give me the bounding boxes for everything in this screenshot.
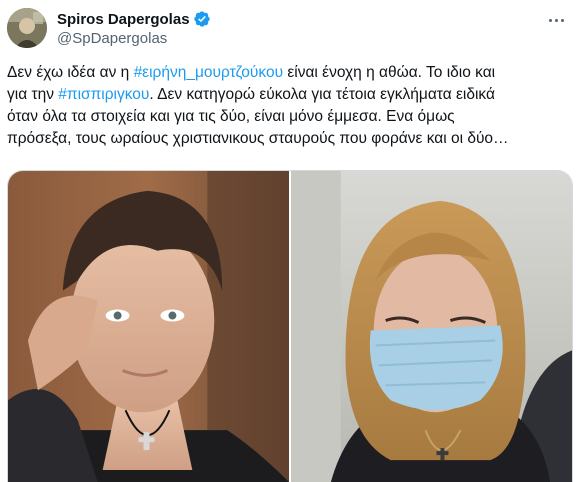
more-options-icon[interactable] (546, 10, 566, 30)
author-display-name[interactable]: Spiros Dapergolas (57, 11, 190, 28)
verified-badge-icon (193, 11, 210, 27)
avatar-image (7, 8, 47, 48)
tweet-text: Δεν έχω ιδέα αν η #ειρήνη_μουρτζούκου εί… (7, 62, 573, 150)
hashtag-link[interactable]: #πισπιριγκου (58, 86, 149, 103)
tweet-text-line: όταν όλα τα στοιχεία και για τις δύο, εί… (7, 108, 455, 125)
tweet-media (7, 170, 573, 482)
photo-woman-with-mask-icon (291, 171, 572, 482)
tweet-text-line: Δεν έχω ιδέα αν η #ειρήνη_μουρτζούκου εί… (7, 64, 496, 81)
photo-young-person-icon (8, 171, 289, 482)
tweet-header: Spiros Dapergolas @SpDapergolas (0, 0, 580, 56)
author-name-row: Spiros Dapergolas (57, 9, 211, 29)
hashtag-link[interactable]: #ειρήνη_μουρτζούκου (134, 64, 283, 81)
media-photo-left[interactable] (8, 171, 289, 482)
author-handle[interactable]: @SpDapergolas (57, 30, 167, 47)
media-photo-right[interactable] (291, 171, 572, 482)
tweet-text-line: για την #πισπιριγκου. Δεν κατηγορώ εύκολ… (7, 86, 495, 103)
author-avatar[interactable] (7, 8, 47, 48)
tweet-text-line: πρόσεξα, τους ωραίους χριστιανικους σταυ… (7, 130, 509, 147)
